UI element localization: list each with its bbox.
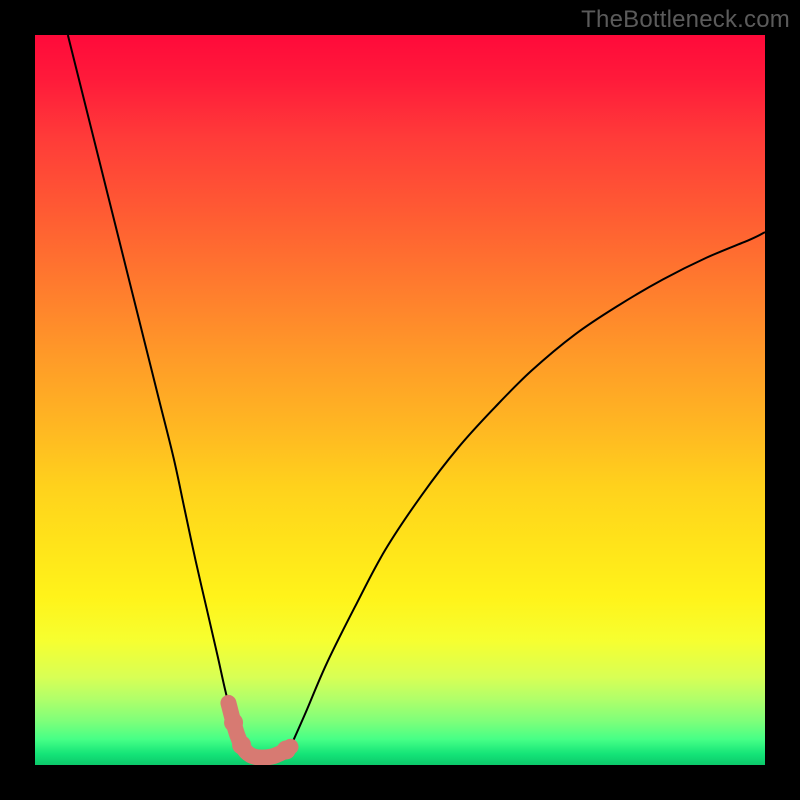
curve-left-branch: [68, 35, 250, 755]
valley-highlight-dot: [232, 736, 251, 755]
valley-highlight-dot: [277, 741, 296, 760]
valley-highlight-dot: [224, 713, 243, 732]
plot-area: [35, 35, 765, 765]
curve-right-branch: [291, 232, 766, 747]
watermark-text: TheBottleneck.com: [581, 6, 790, 34]
chart-frame: TheBottleneck.com: [0, 0, 800, 800]
chart-svg: [35, 35, 765, 765]
